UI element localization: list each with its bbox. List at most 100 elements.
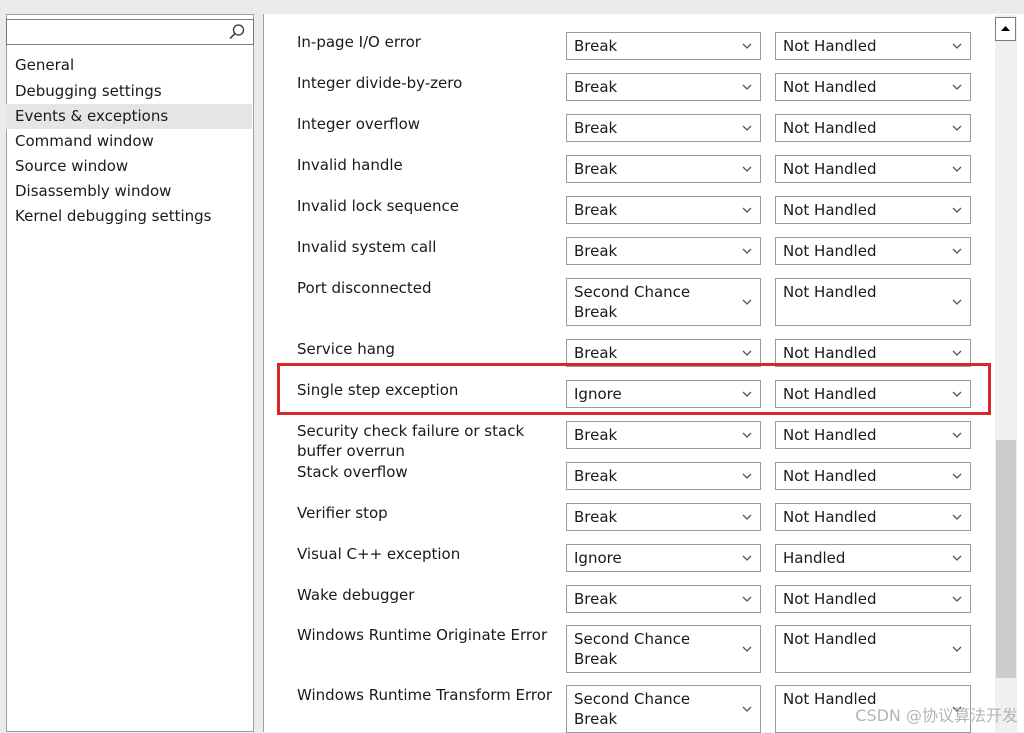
handling-dropdown[interactable]: Not Handled [775, 237, 971, 265]
action-dropdown[interactable]: Break [566, 237, 761, 265]
handling-dropdown[interactable]: Not Handled [775, 155, 971, 183]
exception-label: Verifier stop [297, 504, 388, 522]
action-dropdown[interactable]: Break [566, 73, 761, 101]
action-value: Ignore [574, 549, 622, 567]
exception-label: Windows Runtime Originate Error [297, 626, 548, 644]
chevron-down-icon [742, 299, 752, 305]
chevron-down-icon [952, 299, 962, 305]
action-dropdown[interactable]: Second Chance Break [566, 278, 761, 326]
chevron-down-icon [952, 84, 962, 90]
search-icon [229, 24, 245, 40]
chevron-down-icon [952, 125, 962, 131]
handling-dropdown[interactable]: Not Handled [775, 503, 971, 531]
chevron-down-icon [742, 432, 752, 438]
handling-value: Not Handled [783, 630, 877, 648]
chevron-down-icon [742, 248, 752, 254]
handling-value: Not Handled [783, 426, 877, 444]
action-dropdown[interactable]: Break [566, 32, 761, 60]
chevron-down-icon [952, 166, 962, 172]
handling-value: Not Handled [783, 37, 877, 55]
chevron-down-icon [952, 43, 962, 49]
handling-dropdown[interactable]: Not Handled [775, 32, 971, 60]
exception-label: Port disconnected [297, 279, 432, 297]
handling-dropdown[interactable]: Not Handled [775, 114, 971, 142]
chevron-down-icon [952, 473, 962, 479]
exception-label: Stack overflow [297, 463, 408, 481]
nav-item-command-window[interactable]: Command window [6, 129, 252, 154]
exception-label: Integer overflow [297, 115, 421, 133]
chevron-down-icon [742, 43, 752, 49]
action-value: Break [574, 201, 618, 219]
action-dropdown[interactable]: Break [566, 114, 761, 142]
chevron-down-icon [742, 207, 752, 213]
watermark: CSDN @协议算法开发 [855, 706, 1018, 725]
handling-dropdown[interactable]: Not Handled [775, 462, 971, 490]
handling-value: Not Handled [783, 283, 877, 301]
nav-item-source-window[interactable]: Source window [6, 154, 252, 179]
highlight-box [277, 363, 991, 415]
chevron-down-icon [742, 125, 752, 131]
chevron-down-icon [742, 706, 752, 712]
action-dropdown[interactable]: Break [566, 462, 761, 490]
handling-dropdown[interactable]: Not Handled [775, 585, 971, 613]
action-dropdown[interactable]: Second Chance Break [566, 685, 761, 733]
handling-value: Not Handled [783, 508, 877, 526]
exception-label: Windows Runtime Transform Error [297, 686, 553, 704]
chevron-down-icon [742, 514, 752, 520]
handling-dropdown[interactable]: Not Handled [775, 73, 971, 101]
action-dropdown[interactable]: Break [566, 585, 761, 613]
action-value: Break [574, 590, 618, 608]
handling-value: Not Handled [783, 201, 877, 219]
handling-value: Not Handled [783, 344, 877, 362]
exception-label: Wake debugger [297, 586, 415, 604]
action-value: Second Chance Break [574, 630, 691, 668]
exception-label: Invalid lock sequence [297, 197, 459, 215]
action-value: Break [574, 78, 618, 96]
action-dropdown[interactable]: Second Chance Break [566, 625, 761, 673]
action-value: Second Chance Break [574, 283, 691, 321]
handling-value: Not Handled [783, 119, 877, 137]
handling-value: Not Handled [783, 78, 877, 96]
nav-item-kernel-debugging-settings[interactable]: Kernel debugging settings [6, 204, 252, 229]
exception-label: Invalid system call [297, 238, 437, 256]
handling-dropdown[interactable]: Not Handled [775, 196, 971, 224]
chevron-down-icon [952, 350, 962, 356]
chevron-down-icon [952, 555, 962, 561]
chevron-down-icon [742, 596, 752, 602]
action-dropdown[interactable]: Break [566, 155, 761, 183]
handling-dropdown[interactable]: Not Handled [775, 421, 971, 449]
handling-dropdown[interactable]: Handled [775, 544, 971, 572]
exception-label: Integer divide-by-zero [297, 74, 463, 92]
scroll-thumb[interactable] [996, 440, 1016, 678]
handling-value: Not Handled [783, 160, 877, 178]
chevron-down-icon [952, 646, 962, 652]
handling-dropdown[interactable]: Not Handled [775, 625, 971, 673]
chevron-down-icon [742, 350, 752, 356]
action-value: Break [574, 344, 618, 362]
handling-dropdown[interactable]: Not Handled [775, 278, 971, 326]
handling-value: Handled [783, 549, 846, 567]
chevron-down-icon [952, 248, 962, 254]
handling-value: Not Handled [783, 590, 877, 608]
triangle-up-icon [1001, 26, 1010, 31]
chevron-down-icon [952, 514, 962, 520]
exception-label: Service hang [297, 340, 395, 358]
action-dropdown[interactable]: Break [566, 421, 761, 449]
action-value: Break [574, 160, 618, 178]
nav-item-disassembly-window[interactable]: Disassembly window [6, 179, 252, 204]
nav-item-debugging-settings[interactable]: Debugging settings [6, 79, 252, 104]
exception-label: Security check failure or stack buffer o… [297, 422, 525, 460]
exception-label: Invalid handle [297, 156, 403, 174]
nav-item-general[interactable]: General [6, 53, 252, 78]
exception-label: Visual C++ exception [297, 545, 461, 563]
chevron-down-icon [742, 166, 752, 172]
chevron-down-icon [742, 473, 752, 479]
action-dropdown[interactable]: Break [566, 196, 761, 224]
chevron-down-icon [742, 84, 752, 90]
scroll-up-button[interactable] [995, 17, 1016, 41]
nav-item-events-exceptions[interactable]: Events & exceptions [6, 104, 252, 129]
action-value: Break [574, 119, 618, 137]
action-dropdown[interactable]: Break [566, 503, 761, 531]
action-dropdown[interactable]: Ignore [566, 544, 761, 572]
search-input[interactable] [6, 19, 254, 45]
